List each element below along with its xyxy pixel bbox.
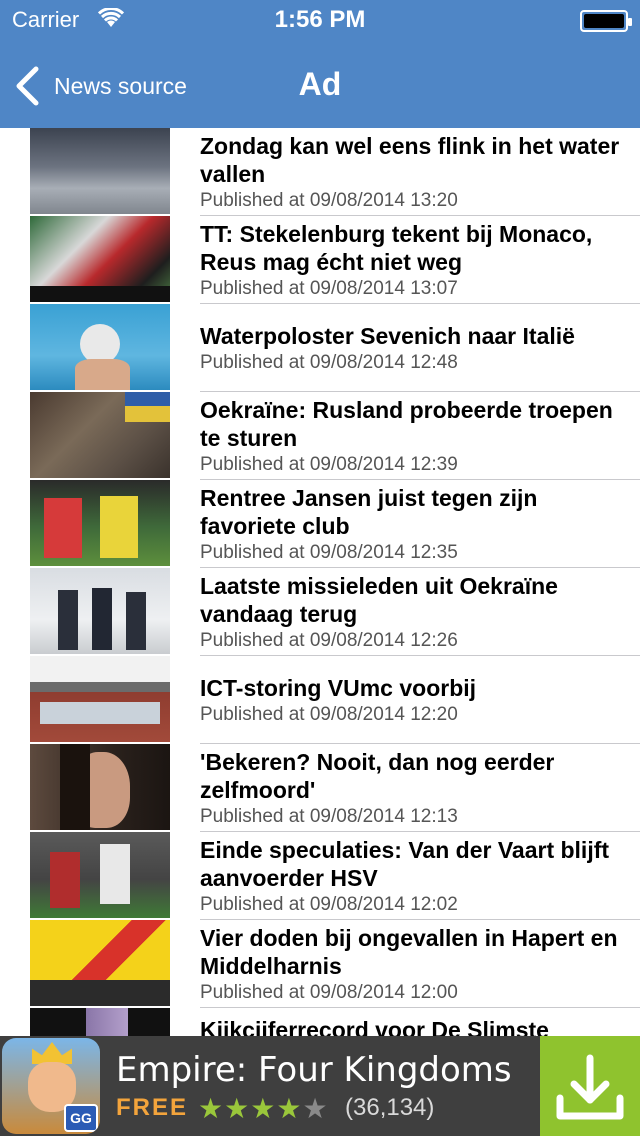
ad-icon-badge: GG bbox=[64, 1104, 98, 1132]
battery-icon bbox=[580, 10, 632, 32]
article-headline: Einde speculaties: Van der Vaart blijft … bbox=[200, 837, 610, 891]
article-headline: Kijkcijferrecord voor De Slimste bbox=[200, 1017, 549, 1036]
article-headline: Laatste missieleden uit Oekraïne vandaag… bbox=[200, 573, 558, 627]
download-icon bbox=[556, 1054, 624, 1120]
article-headline: 'Bekeren? Nooit, dan nog eerder zelfmoor… bbox=[200, 749, 555, 803]
page-title: Ad bbox=[298, 66, 342, 102]
star-icon: ★ bbox=[224, 1093, 251, 1124]
thumbnail-image bbox=[30, 480, 170, 566]
article-headline: Waterpoloster Sevenich naar Italië bbox=[200, 323, 575, 349]
list-item[interactable]: Zondag kan wel eens flink in het water v… bbox=[0, 128, 640, 216]
article-published: Published at 09/08/2014 12:48 bbox=[200, 352, 458, 373]
status-bar: Carrier 1:56 PM bbox=[0, 0, 640, 40]
article-published: Published at 09/08/2014 12:00 bbox=[200, 982, 458, 1003]
ad-banner[interactable]: GG Empire: Four Kingdoms FREE ★★★★★ (36,… bbox=[0, 1036, 640, 1136]
ad-review-count: (36,134) bbox=[345, 1094, 435, 1121]
list-item[interactable]: Oekraïne: Rusland probeerde troepen te s… bbox=[0, 392, 640, 480]
list-item[interactable]: Waterpoloster Sevenich naar Italië Publi… bbox=[0, 304, 640, 392]
article-headline: ICT-storing VUmc voorbij bbox=[200, 675, 477, 701]
thumbnail-image bbox=[30, 744, 170, 830]
ad-rating-stars: ★★★★★ bbox=[198, 1092, 329, 1125]
ad-price: FREE bbox=[116, 1094, 189, 1121]
thumbnail-image bbox=[30, 304, 170, 390]
list-item[interactable]: Rentree Jansen juist tegen zijn favoriet… bbox=[0, 480, 640, 568]
thumbnail-image bbox=[30, 1008, 170, 1036]
star-icon: ★ bbox=[302, 1093, 329, 1124]
thumbnail-image bbox=[30, 656, 170, 742]
list-item[interactable]: Laatste missieleden uit Oekraïne vandaag… bbox=[0, 568, 640, 656]
article-published: Published at 09/08/2014 13:20 bbox=[200, 190, 458, 211]
ad-app-name: Empire: Four Kingdoms bbox=[116, 1050, 512, 1090]
list-item[interactable]: 'Bekeren? Nooit, dan nog eerder zelfmoor… bbox=[0, 744, 640, 832]
clock: 1:56 PM bbox=[274, 6, 366, 33]
article-published: Published at 09/08/2014 12:35 bbox=[200, 542, 458, 563]
article-published: Published at 09/08/2014 12:39 bbox=[200, 454, 458, 475]
list-item[interactable]: Einde speculaties: Van der Vaart blijft … bbox=[0, 832, 640, 920]
article-headline: Oekraïne: Rusland probeerde troepen te s… bbox=[200, 397, 613, 451]
list-item[interactable]: TT: Stekelenburg tekent bij Monaco, Reus… bbox=[0, 216, 640, 304]
navigation-bar: News source Ad bbox=[0, 40, 640, 128]
article-published: Published at 09/08/2014 12:13 bbox=[200, 806, 458, 827]
thumbnail-image bbox=[30, 568, 170, 654]
news-list[interactable]: Zondag kan wel eens flink in het water v… bbox=[0, 128, 640, 1036]
star-icon: ★ bbox=[198, 1093, 225, 1124]
star-icon: ★ bbox=[250, 1093, 277, 1124]
thumbnail-image bbox=[30, 128, 170, 214]
thumbnail-image bbox=[30, 216, 170, 302]
article-published: Published at 09/08/2014 12:20 bbox=[200, 704, 458, 725]
article-headline: Rentree Jansen juist tegen zijn favoriet… bbox=[200, 485, 538, 539]
top-bar: Carrier 1:56 PM News source Ad bbox=[0, 0, 640, 128]
article-published: Published at 09/08/2014 13:07 bbox=[200, 278, 458, 299]
list-item[interactable]: Vier doden bij ongevallen in Hapert en M… bbox=[0, 920, 640, 1008]
article-published: Published at 09/08/2014 12:02 bbox=[200, 894, 458, 915]
crown-icon bbox=[32, 1042, 72, 1064]
article-headline: TT: Stekelenburg tekent bij Monaco, Reus… bbox=[200, 221, 593, 275]
article-headline: Vier doden bij ongevallen in Hapert en M… bbox=[200, 925, 618, 979]
ad-app-icon: GG bbox=[2, 1038, 100, 1134]
thumbnail-image bbox=[30, 832, 170, 918]
article-headline: Zondag kan wel eens flink in het water v… bbox=[200, 133, 620, 187]
article-published: Published at 09/08/2014 12:26 bbox=[200, 630, 458, 651]
list-item[interactable]: Kijkcijferrecord voor De Slimste bbox=[0, 1008, 640, 1036]
download-button[interactable] bbox=[540, 1036, 640, 1136]
thumbnail-image bbox=[30, 920, 170, 1006]
list-item[interactable]: ICT-storing VUmc voorbij Published at 09… bbox=[0, 656, 640, 744]
star-icon: ★ bbox=[276, 1093, 303, 1124]
thumbnail-image bbox=[30, 392, 170, 478]
